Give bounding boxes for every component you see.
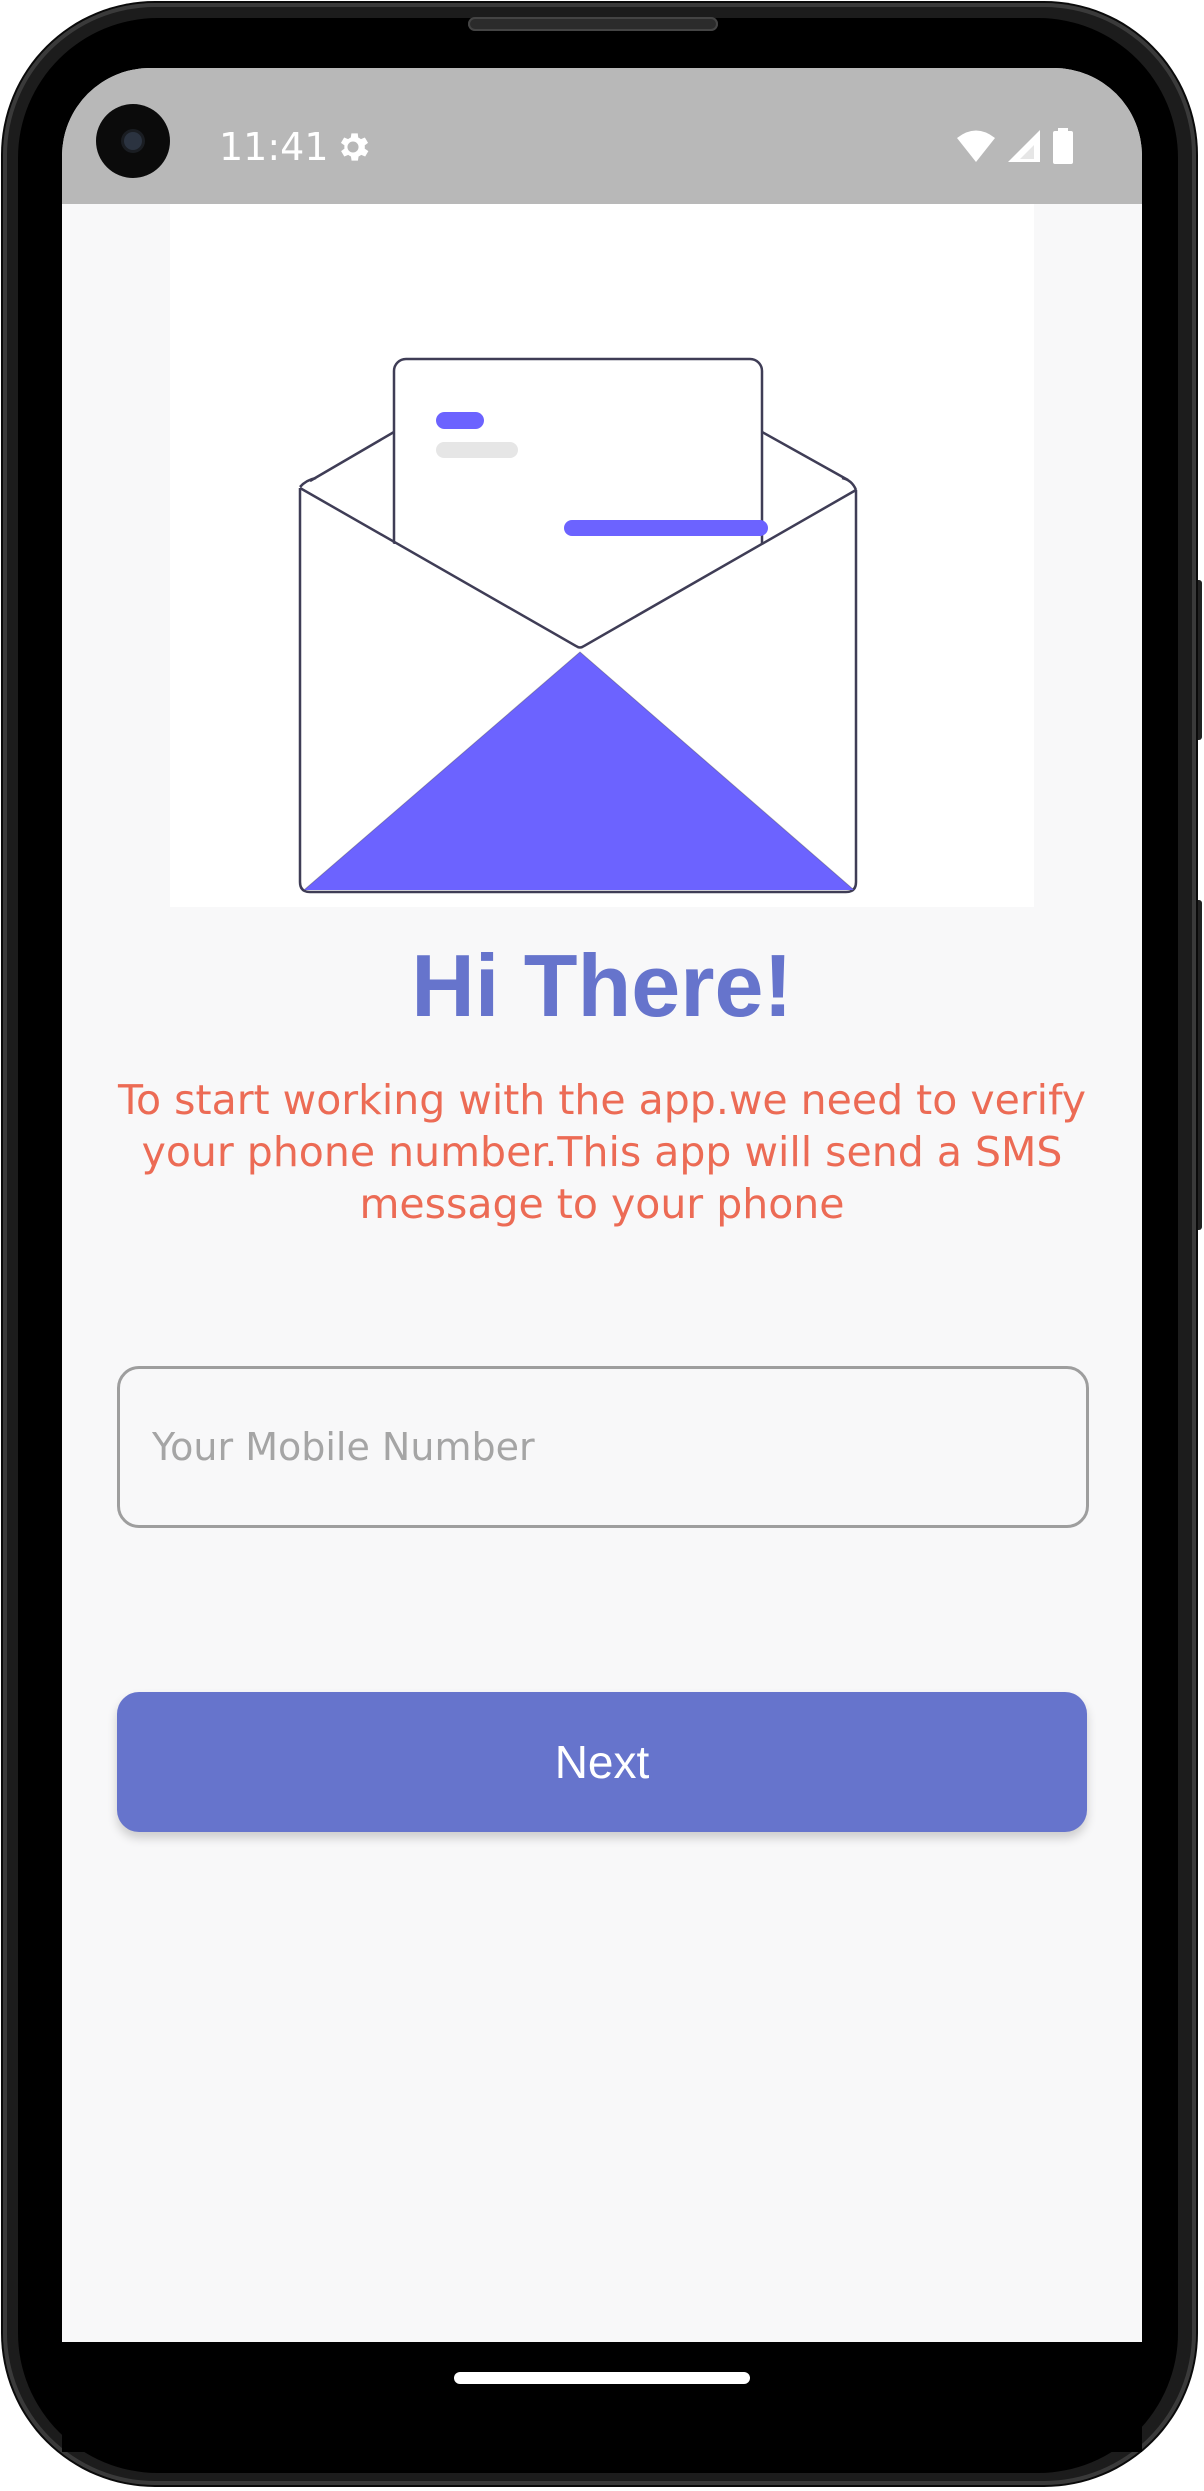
status-icons	[956, 128, 1074, 164]
verification-description: To start working with the app.we need to…	[117, 1076, 1087, 1228]
app-screen: 11:41 Hi There! To start working with th…	[62, 68, 1142, 2342]
next-button[interactable]: Next	[117, 1692, 1087, 1832]
open-envelope-letter-icon	[298, 357, 858, 894]
status-bar: 11:41	[62, 68, 1142, 204]
earpiece-speaker	[468, 17, 718, 31]
status-time: 11:41	[219, 125, 329, 169]
page-title: Hi There!	[411, 936, 793, 1035]
navigation-bar	[62, 2342, 1142, 2452]
battery-icon	[1053, 128, 1073, 164]
settings-gear-icon	[340, 133, 369, 161]
cellular-signal-icon	[1008, 130, 1040, 162]
envelope-illustration	[170, 204, 1034, 907]
front-camera	[96, 104, 170, 178]
home-indicator[interactable]	[454, 2372, 750, 2384]
phone-device: 11:41 Hi There! To start working with th…	[0, 0, 1204, 2491]
wifi-icon	[957, 130, 995, 162]
mobile-number-input[interactable]	[117, 1366, 1089, 1528]
